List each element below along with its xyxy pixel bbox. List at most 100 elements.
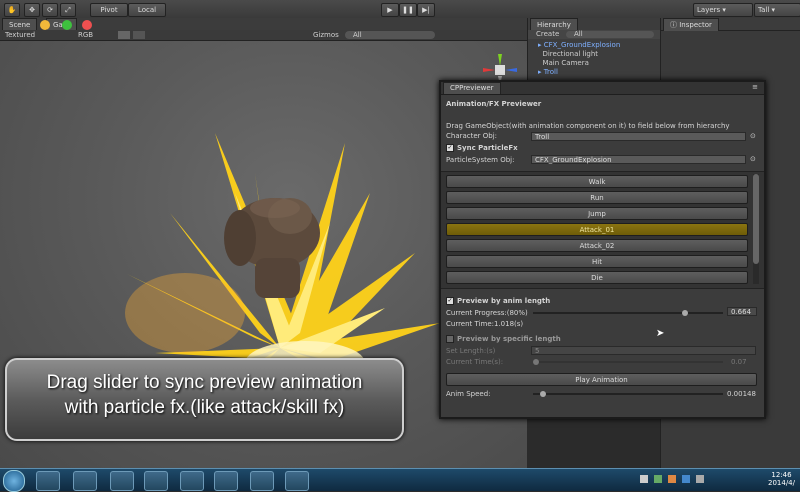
hierarchy-item-label: Main Camera — [542, 59, 589, 67]
progress-slider[interactable] — [533, 310, 723, 316]
create-dropdown[interactable]: Create — [536, 30, 559, 39]
by-specific-label: Preview by specific length — [457, 335, 561, 343]
sync-label: Sync ParticleFx — [457, 144, 518, 152]
ps-obj-field[interactable]: CFX_GroundExplosion — [531, 155, 746, 164]
current-time-label: Current Time:1.018(s) — [446, 320, 524, 328]
pivot-button[interactable]: Pivot — [90, 3, 128, 17]
layers-label: Layers — [697, 6, 721, 14]
hierarchy-item-label: Directional light — [542, 50, 599, 58]
app-icon[interactable] — [285, 471, 309, 491]
hierarchy-item-label: Troll — [543, 68, 558, 76]
archive-icon[interactable] — [214, 471, 238, 491]
unity-icon[interactable] — [180, 471, 204, 491]
tab-inspector[interactable]: ⓘ Inspector — [663, 18, 719, 31]
tray-icon[interactable] — [654, 475, 662, 483]
pause-button[interactable]: ❚❚ — [399, 3, 417, 17]
minimize-circle-icon — [40, 20, 50, 30]
sync-checkbox[interactable]: ✓ — [446, 144, 454, 152]
clock[interactable]: 12:46 2014/4/ — [768, 471, 795, 487]
local-label: Local — [137, 6, 157, 14]
render-mode-dropdown[interactable]: RGB — [78, 30, 93, 40]
windows-taskbar: 12:46 2014/4/ — [0, 468, 800, 492]
gizmos-dropdown[interactable]: Gizmos — [313, 30, 339, 40]
main-toolbar: ✋ ✥ ⟳ ⤢ Pivot Local ▶ ❚❚ ▶| Layers ▾ Tal… — [0, 0, 800, 19]
scale-tool-button[interactable]: ⤢ — [60, 3, 76, 17]
hierarchy-search-input[interactable]: All — [566, 31, 654, 38]
file-explorer-icon[interactable] — [36, 471, 60, 491]
animation-list: Walk Run Jump Attack_01 Attack_02 Hit Di… — [441, 171, 764, 289]
animation-button-walk[interactable]: Walk — [446, 175, 748, 188]
scene-search-input[interactable]: All — [345, 31, 435, 39]
animation-button-die[interactable]: Die — [446, 271, 748, 284]
current-time-slider[interactable] — [533, 359, 723, 365]
tab-cppreviewer[interactable]: CPPreviewer — [443, 82, 501, 94]
inspector-tab-label: Inspector — [679, 21, 712, 29]
gmail-icon[interactable] — [110, 471, 134, 491]
scene-tab-label: Scene — [9, 21, 31, 29]
2d-toggle[interactable] — [118, 31, 130, 39]
object-picker-icon[interactable]: ⊙ — [750, 132, 756, 140]
set-length-field[interactable]: 5 — [531, 346, 756, 355]
hierarchy-item[interactable]: ▸ Troll — [538, 68, 558, 76]
hierarchy-item[interactable]: ▸ CFX_GroundExplosion — [538, 41, 620, 49]
layers-dropdown[interactable]: Layers ▾ — [693, 3, 753, 17]
layout-label: Tall — [758, 6, 770, 14]
layout-dropdown[interactable]: Tall ▾ — [754, 3, 800, 17]
previewer-title: Animation/FX Previewer — [446, 100, 542, 108]
scrollbar-thumb[interactable] — [753, 174, 759, 264]
hand-tool-button[interactable]: ✋ — [4, 3, 20, 17]
animation-list-scrollbar[interactable] — [753, 174, 759, 284]
step-button[interactable]: ▶| — [417, 3, 435, 17]
sync-particlefx-row[interactable]: ✓ Sync ParticleFx — [446, 144, 518, 152]
app-icon[interactable] — [250, 471, 274, 491]
cppreviewer-tabbar: CPPreviewer ≡ — [441, 82, 764, 95]
progress-label: Current Progress:(80%) — [446, 309, 528, 317]
clock-time: 12:46 — [771, 471, 792, 479]
rotate-tool-button[interactable]: ⟳ — [42, 3, 58, 17]
play-animation-button[interactable]: Play Animation — [446, 373, 757, 386]
progress-value-field[interactable]: 0.664 — [727, 307, 757, 316]
volume-icon[interactable] — [696, 475, 704, 483]
window-menu-icon[interactable]: ≡ — [752, 83, 758, 91]
ps-obj-label: ParticleSystem Obj: — [446, 156, 515, 164]
lighting-toggle[interactable] — [133, 31, 145, 39]
animation-button-attack-02[interactable]: Attack_02 — [446, 239, 748, 252]
system-tray — [640, 473, 760, 487]
hierarchy-item[interactable]: Directional light — [538, 50, 598, 58]
tray-icon[interactable] — [682, 475, 690, 483]
cppreviewer-tab-label: CPPreviewer — [450, 84, 494, 92]
firefox-icon[interactable] — [144, 471, 168, 491]
current-time-slider-handle[interactable] — [533, 359, 539, 365]
pivot-label: Pivot — [100, 6, 118, 14]
by-specific-checkbox[interactable] — [446, 335, 454, 343]
object-picker-icon[interactable]: ⊙ — [750, 155, 756, 163]
close-circle-icon — [82, 20, 92, 30]
tray-icon[interactable] — [640, 475, 648, 483]
animation-button-jump[interactable]: Jump — [446, 207, 748, 220]
set-length-label: Set Length:(s) — [446, 347, 496, 355]
current-times-label: Current Time(s): — [446, 358, 504, 366]
animation-button-attack-01[interactable]: Attack_01 — [446, 223, 748, 236]
by-anim-label: Preview by anim length — [457, 297, 551, 305]
start-button-icon[interactable] — [3, 470, 25, 492]
shading-mode-dropdown[interactable]: Textured — [5, 30, 35, 40]
animation-button-hit[interactable]: Hit — [446, 255, 748, 268]
by-anim-checkbox[interactable]: ✓ — [446, 297, 454, 305]
browser-icon[interactable] — [73, 471, 97, 491]
play-button[interactable]: ▶ — [381, 3, 399, 17]
progress-slider-handle[interactable] — [682, 310, 688, 316]
local-button[interactable]: Local — [128, 3, 166, 17]
character-obj-field[interactable]: Troll — [531, 132, 746, 141]
tutorial-callout: Drag slider to sync preview animation wi… — [5, 358, 404, 441]
anim-speed-slider-handle[interactable] — [539, 391, 546, 397]
maximize-circle-icon — [62, 20, 72, 30]
inspector-tabbar: ⓘ Inspector — [661, 18, 800, 31]
anim-speed-slider[interactable] — [533, 391, 723, 397]
hierarchy-item[interactable]: Main Camera — [538, 59, 589, 67]
animation-button-run[interactable]: Run — [446, 191, 748, 204]
move-tool-button[interactable]: ✥ — [24, 3, 40, 17]
by-anim-length-row[interactable]: ✓ Preview by anim length — [446, 297, 550, 305]
tray-icon[interactable] — [668, 475, 676, 483]
by-specific-length-row[interactable]: Preview by specific length — [446, 335, 561, 343]
hierarchy-tab-label: Hierarchy — [537, 21, 571, 29]
